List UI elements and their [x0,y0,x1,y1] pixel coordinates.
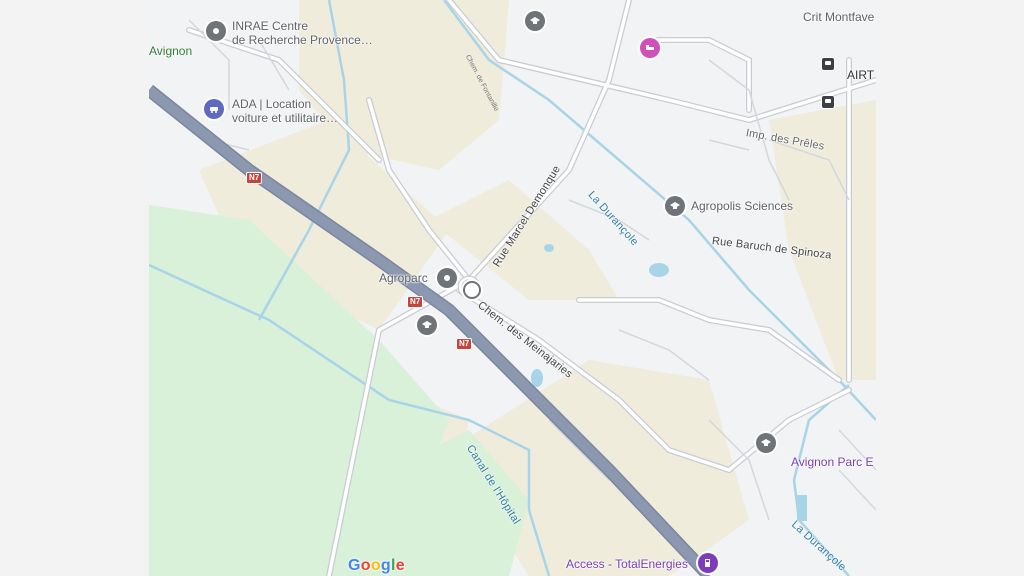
place-label-access-total[interactable]: Access - TotalEnergies [566,557,688,571]
car-rental-icon[interactable] [204,99,224,119]
logo-letter: o [360,557,371,574]
education-icon[interactable] [665,196,685,216]
place-label-avignon[interactable]: Avignon [149,44,192,58]
place-label-ada-line2[interactable]: voiture et utilitaire… [232,111,338,125]
place-label-inrae-line1[interactable]: INRAE Centre [232,19,308,33]
place-label-inrae-line2[interactable]: de Recherche Provence… [232,33,373,47]
route-shield-n7: N7 [407,296,424,308]
google-logo: Google [348,557,405,575]
place-label-avignon-parc[interactable]: Avignon Parc E [791,455,874,469]
logo-letter: G [348,557,361,574]
roundabout-icon [463,281,481,299]
route-shield-n7: N7 [246,172,263,184]
fuel-icon[interactable] [698,553,718,573]
education-icon[interactable] [417,315,437,335]
map-canvas[interactable]: N7 N7 N7 INRAE Centre de Recherche Prove… [149,0,876,576]
map-base-layer [149,0,876,576]
place-label-agroparc[interactable]: Agroparc [379,271,428,285]
transit-icon[interactable] [821,57,835,71]
hotel-icon[interactable] [640,38,660,58]
logo-letter: e [395,557,405,574]
logo-letter: g [380,557,391,574]
education-icon[interactable] [756,433,776,453]
transit-icon[interactable] [821,95,835,109]
place-label-crit[interactable]: Crit Montfave [803,10,874,24]
route-shield-n7: N7 [456,338,473,350]
place-label-agropolis[interactable]: Agropolis Sciences [691,199,793,213]
place-label-airt[interactable]: AIRT [847,68,874,82]
education-icon[interactable] [525,11,545,31]
place-icon[interactable] [206,21,226,41]
place-icon[interactable] [437,268,457,288]
place-label-ada-line1[interactable]: ADA | Location [232,97,311,111]
logo-letter: o [370,557,381,574]
